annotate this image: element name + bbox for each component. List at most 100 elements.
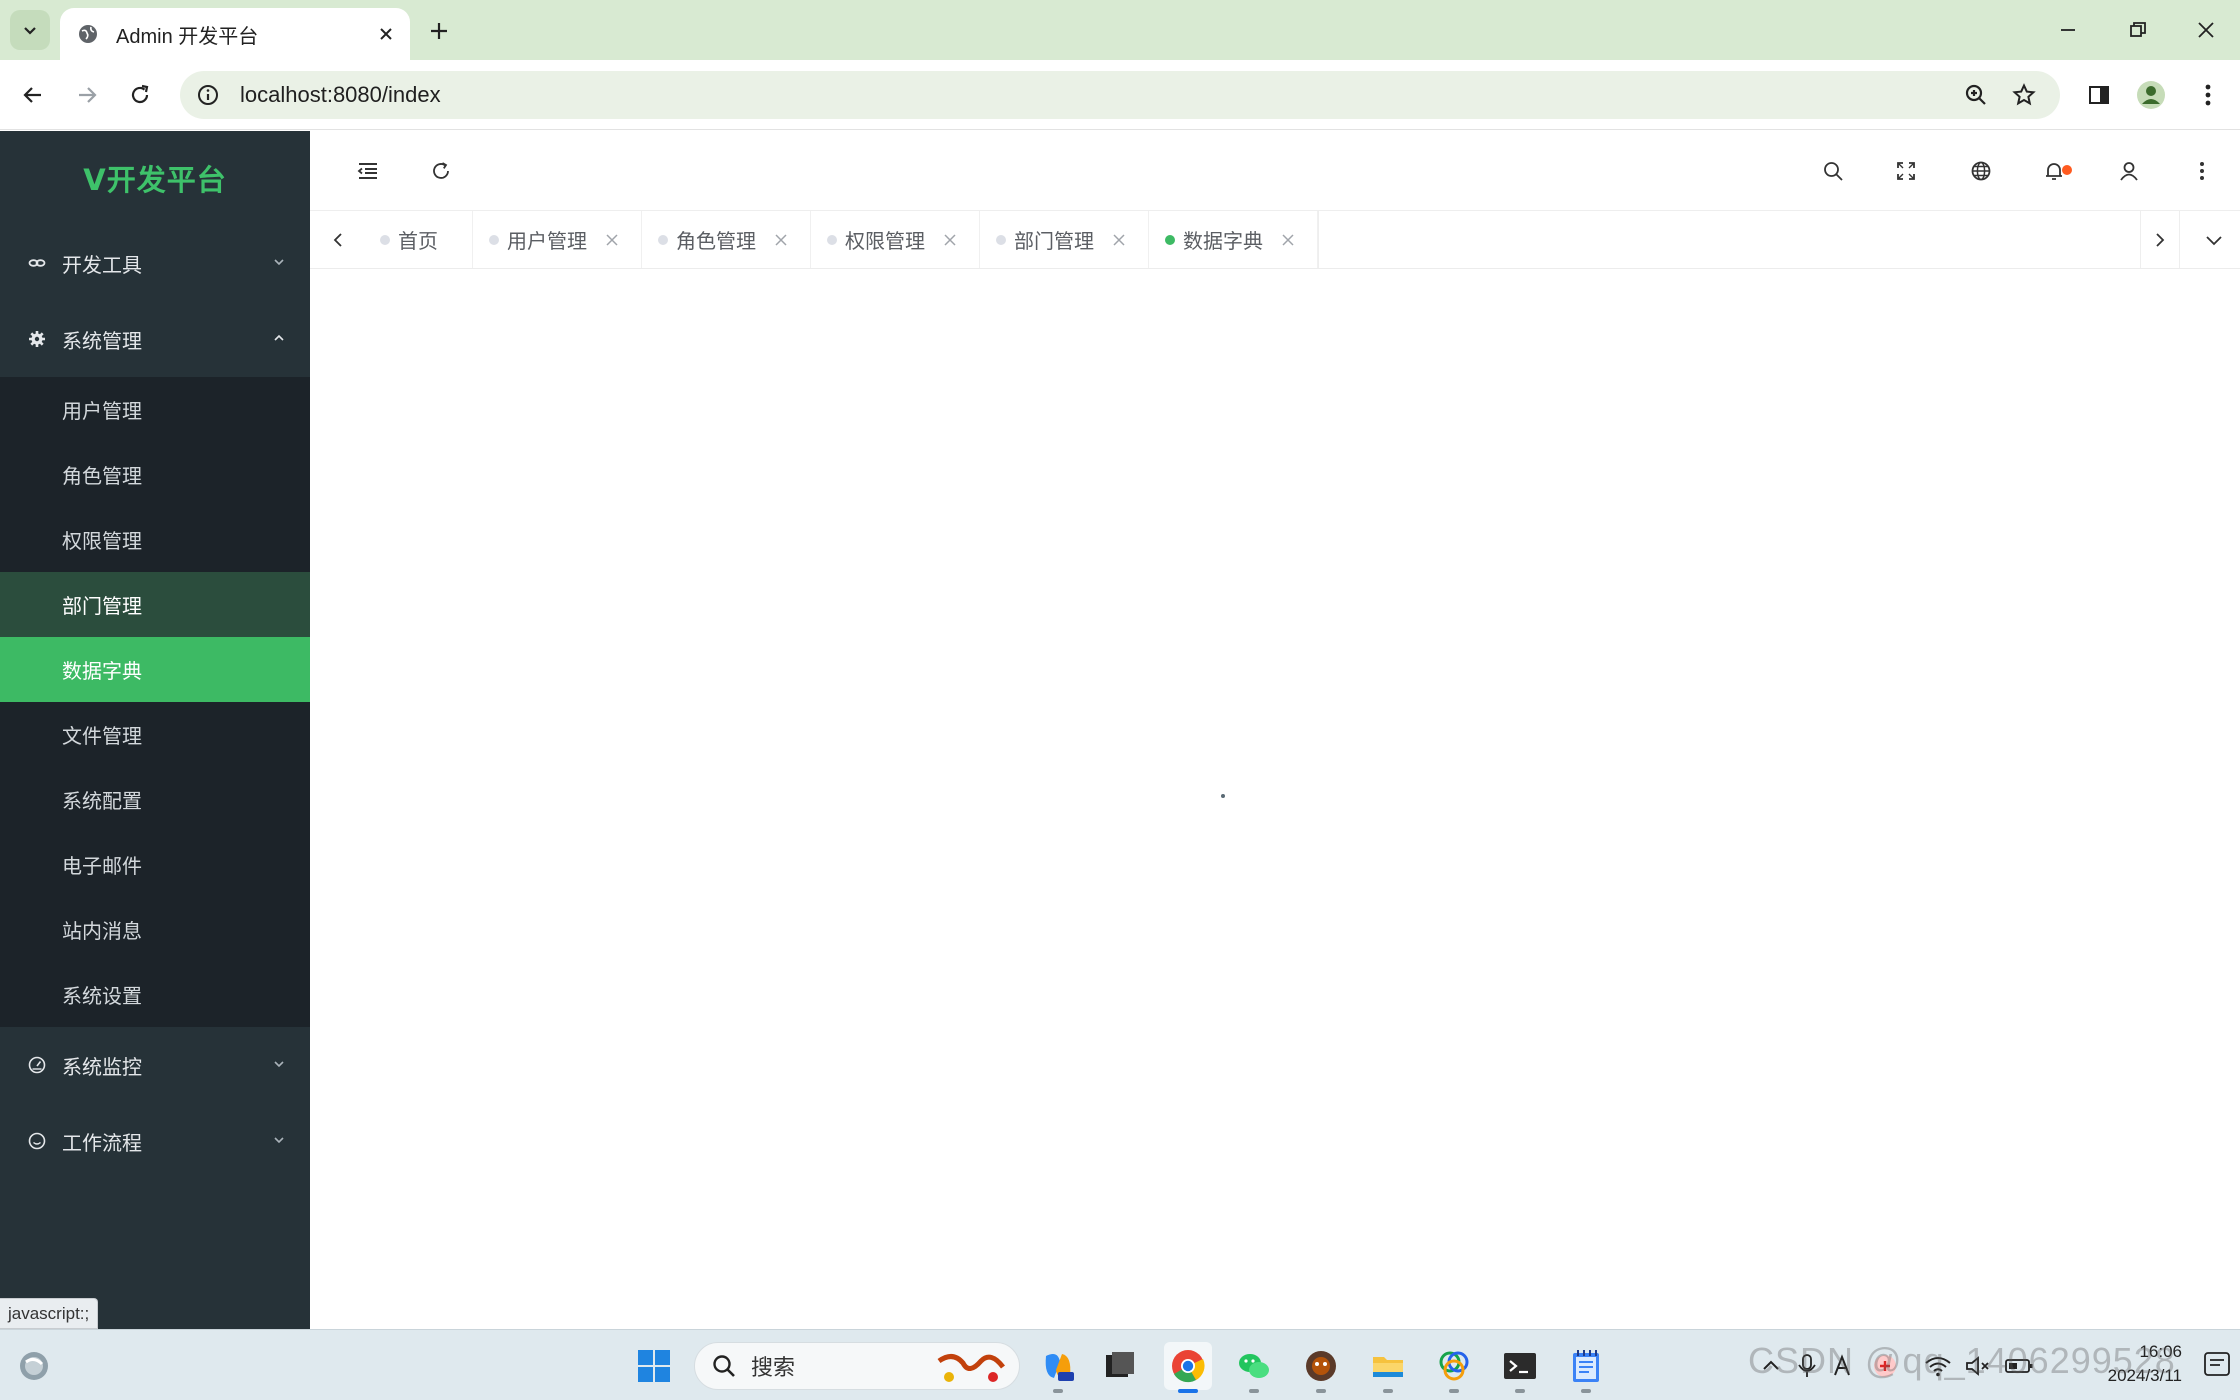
file-explorer-app-icon[interactable] — [1364, 1342, 1412, 1393]
tag-permissions[interactable]: 权限管理 — [811, 211, 980, 268]
tag-status-dot — [380, 235, 390, 245]
menu-group-dev-tools[interactable]: 开发工具 — [0, 225, 310, 301]
new-tab-button[interactable] — [422, 14, 456, 48]
more-button[interactable] — [2182, 151, 2222, 191]
wifi-icon[interactable] — [1924, 1354, 1952, 1378]
app-header — [310, 131, 2240, 211]
fullscreen-icon — [1897, 162, 1915, 180]
fullscreen-button[interactable] — [1886, 151, 1926, 191]
close-icon — [2198, 22, 2214, 38]
battery-icon[interactable] — [2004, 1355, 2034, 1377]
reload-icon — [131, 84, 149, 104]
taskbar-search[interactable]: 搜索 — [694, 1342, 1020, 1390]
windows-start-icon[interactable] — [630, 1342, 678, 1390]
tag-users[interactable]: 用户管理 — [473, 211, 642, 268]
user-icon — [2120, 162, 2138, 181]
menu-item-users[interactable]: 用户管理 — [0, 377, 310, 442]
dev-tool-app-icon[interactable] — [1430, 1342, 1478, 1393]
tag-home[interactable]: 首页 — [364, 211, 473, 268]
restore-button[interactable] — [2116, 10, 2160, 50]
url-text[interactable]: localhost:8080/index — [240, 82, 2060, 108]
tag-departments[interactable]: 部门管理 — [980, 211, 1149, 268]
menu-item-permissions[interactable]: 权限管理 — [0, 507, 310, 572]
system-clock[interactable]: 16:06 2024/3/11 — [2108, 1340, 2182, 1388]
tag-label: 数据字典 — [1183, 231, 1263, 253]
menu-group-monitor[interactable]: 系统监控 — [0, 1027, 310, 1103]
info-icon[interactable] — [188, 75, 228, 115]
close-tag-icon[interactable] — [1279, 231, 1297, 249]
more-vertical-icon — [2205, 84, 2211, 106]
tag-label: 角色管理 — [676, 231, 756, 253]
close-window-button[interactable] — [2184, 10, 2228, 50]
profile-button[interactable] — [2131, 75, 2171, 115]
tags-menu-button[interactable] — [2194, 220, 2234, 260]
chevron-up-icon[interactable] — [1760, 1355, 1782, 1377]
menu-fold-icon — [357, 163, 377, 179]
dashboard-icon — [26, 1054, 48, 1076]
terminal-app-icon[interactable] — [1496, 1342, 1544, 1393]
menu-item-roles[interactable]: 角色管理 — [0, 442, 310, 507]
main-content — [310, 269, 2240, 1329]
menu-item-files[interactable]: 文件管理 — [0, 702, 310, 767]
profile-avatar-icon — [2137, 81, 2165, 109]
clock-time: 16:06 — [2139, 1342, 2182, 1361]
tab-search-button[interactable] — [10, 10, 50, 50]
notification-center-icon[interactable] — [2200, 1348, 2234, 1382]
loading-indicator — [1221, 794, 1225, 798]
taskview-app-icon[interactable] — [1096, 1342, 1144, 1390]
chrome-app-icon[interactable] — [1164, 1342, 1212, 1393]
minimize-button[interactable] — [2046, 10, 2090, 50]
menu-item-email[interactable]: 电子邮件 — [0, 832, 310, 897]
user-button[interactable] — [2109, 151, 2149, 191]
tags-scroll-left-button[interactable] — [318, 220, 358, 260]
tags-list: 首页 用户管理 角色管理 权限管理 部门管理 数据字典 — [364, 211, 1319, 268]
close-tag-icon[interactable] — [941, 231, 959, 249]
game-app-icon[interactable] — [1297, 1342, 1345, 1393]
close-tag-icon[interactable] — [603, 231, 621, 249]
collapse-sidebar-button[interactable] — [348, 151, 388, 191]
tag-roles[interactable]: 角色管理 — [642, 211, 811, 268]
tag-dictionary[interactable]: 数据字典 — [1149, 211, 1318, 268]
search-icon — [713, 1355, 735, 1377]
back-button[interactable] — [13, 75, 53, 115]
forward-button[interactable] — [67, 75, 107, 115]
menu-item-messages[interactable]: 站内消息 — [0, 897, 310, 962]
bookmark-star-icon[interactable] — [2004, 75, 2044, 115]
menu-group-system[interactable]: 系统管理 — [0, 301, 310, 377]
input-method-icon[interactable] — [1832, 1353, 1858, 1379]
minimize-icon — [2061, 29, 2075, 31]
security-app-icon[interactable] — [1872, 1353, 1898, 1379]
side-panel-button[interactable] — [2079, 75, 2119, 115]
tags-view-bar: 首页 用户管理 角色管理 权限管理 部门管理 数据字典 — [310, 211, 2240, 269]
app-logo[interactable]: V开发平台 — [0, 131, 310, 225]
notifications-button[interactable] — [2034, 151, 2074, 191]
microphone-icon[interactable] — [1796, 1353, 1818, 1379]
reload-button[interactable] — [120, 75, 160, 115]
menu-item-departments[interactable]: 部门管理 — [0, 572, 310, 637]
menu-item-settings[interactable]: 系统设置 — [0, 962, 310, 1027]
volume-mute-icon[interactable] — [1964, 1354, 1992, 1378]
address-bar[interactable]: localhost:8080/index — [180, 71, 2060, 119]
close-tag-icon[interactable] — [1110, 231, 1128, 249]
close-tag-icon[interactable] — [772, 231, 790, 249]
browser-toolbar: localhost:8080/index — [0, 60, 2240, 130]
tags-scroll-right-button[interactable] — [2140, 211, 2180, 268]
tag-label: 部门管理 — [1014, 231, 1094, 253]
menu-group-workflow[interactable]: 工作流程 — [0, 1103, 310, 1179]
browser-menu-button[interactable] — [2188, 75, 2228, 115]
wechat-app-icon[interactable] — [1230, 1342, 1278, 1393]
chevron-up-icon — [270, 329, 288, 347]
tag-status-dot — [996, 235, 1006, 245]
widgets-icon[interactable] — [10, 1342, 58, 1390]
header-search-button[interactable] — [1813, 151, 1853, 191]
language-button[interactable] — [1961, 151, 2001, 191]
menu-item-config[interactable]: 系统配置 — [0, 767, 310, 832]
smile-icon — [26, 1130, 48, 1152]
refresh-button[interactable] — [421, 151, 461, 191]
browser-tab[interactable]: Admin 开发平台 — [60, 8, 410, 60]
copilot-app-icon[interactable] — [1034, 1342, 1082, 1393]
notepad-app-icon[interactable] — [1562, 1342, 1610, 1393]
menu-item-dictionary[interactable]: 数据字典 — [0, 637, 310, 702]
zoom-icon[interactable] — [1956, 75, 1996, 115]
close-tab-icon[interactable] — [370, 18, 402, 50]
